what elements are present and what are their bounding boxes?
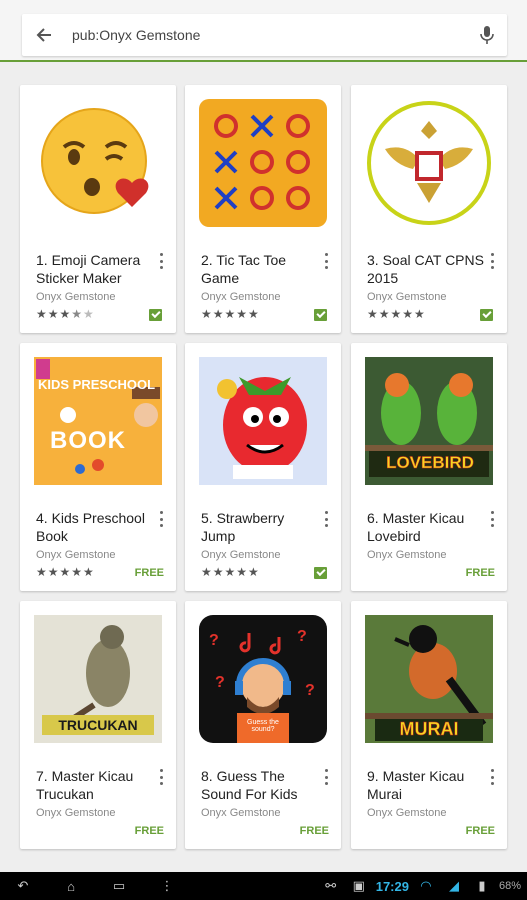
overflow-menu-icon[interactable] [321, 511, 331, 527]
star-rating: ★★★★★ [367, 307, 426, 321]
app-title[interactable]: 7. Master Kicau Trucukan [36, 767, 154, 803]
search-bar[interactable]: pub:Onyx Gemstone [22, 14, 507, 56]
star-rating: ★★★★★ [201, 307, 260, 321]
app-thumbnail-emoji [34, 99, 162, 227]
app-developer: Onyx Gemstone [201, 291, 281, 303]
app-card[interactable]: ???? Guess the sound? 8. Guess The Sound… [185, 601, 341, 849]
app-card[interactable]: MURAI 9. Master Kicau Murai Onyx Gemston… [351, 601, 507, 849]
installed-icon [314, 309, 327, 321]
app-thumbnail-trucukan: TRUCUKAN [34, 615, 162, 743]
header-divider [0, 60, 527, 62]
price-label: FREE [465, 825, 495, 837]
app-developer: Onyx Gemstone [201, 807, 281, 819]
app-title[interactable]: 3. Soal CAT CPNS 2015 [367, 251, 485, 287]
overflow-menu-icon[interactable] [156, 769, 166, 785]
overflow-menu-icon[interactable] [156, 511, 166, 527]
app-developer: Onyx Gemstone [36, 807, 116, 819]
overflow-menu-icon[interactable] [487, 253, 497, 269]
overflow-menu-icon[interactable] [487, 511, 497, 527]
app-thumbnail-strawberry [199, 357, 327, 485]
price-label: FREE [134, 825, 164, 837]
price-label: FREE [465, 567, 495, 579]
microphone-icon [480, 26, 494, 44]
signal-icon: ◢ [448, 878, 459, 893]
thumb-caption: TRUCUKAN [58, 717, 138, 733]
overflow-menu-icon[interactable] [321, 769, 331, 785]
overflow-menu-icon[interactable] [156, 253, 166, 269]
back-button[interactable] [22, 14, 66, 56]
wifi-icon: ◠ [420, 878, 432, 893]
battery-icon: ▮ [478, 878, 486, 893]
app-card[interactable]: 5. Strawberry Jump Onyx Gemstone ★★★★★ [185, 343, 341, 591]
app-thumbnail-kids-book: KIDS PRESCHOOL BOOK [34, 357, 162, 485]
app-title[interactable]: 1. Emoji Camera Sticker Maker [36, 251, 154, 287]
clock: 17:29 [375, 878, 409, 894]
voice-search-button[interactable] [467, 14, 507, 56]
thumb-caption: Guess the sound? [247, 719, 279, 733]
app-title[interactable]: 9. Master Kicau Murai [367, 767, 485, 803]
app-card[interactable]: LOVEBIRD 6. Master Kicau Lovebird Onyx G… [351, 343, 507, 591]
star-rating: ★★★★★ [201, 565, 260, 579]
app-developer: Onyx Gemstone [367, 549, 447, 561]
overflow-menu-icon[interactable] [321, 253, 331, 269]
nav-menu-icon[interactable]: ⋮ [156, 878, 178, 894]
overflow-menu-icon[interactable] [487, 769, 497, 785]
search-input[interactable]: pub:Onyx Gemstone [66, 27, 467, 43]
star-rating: ★★★★★ [36, 307, 95, 321]
star-rating: ★★★★★ [36, 565, 95, 579]
app-card[interactable]: KIDS PRESCHOOL BOOK 4. Kids Preschool Bo… [20, 343, 176, 591]
installed-icon [480, 309, 493, 321]
price-label: FREE [134, 567, 164, 579]
app-developer: Onyx Gemstone [36, 291, 116, 303]
svg-text:?: ? [305, 682, 315, 699]
arrow-left-icon [36, 28, 51, 42]
thumb-caption: KIDS PRESCHOOL [38, 377, 156, 392]
app-title[interactable]: 6. Master Kicau Lovebird [367, 509, 485, 545]
app-title[interactable]: 4. Kids Preschool Book [36, 509, 154, 545]
app-thumbnail-guess-sound: ???? Guess the sound? [199, 615, 327, 743]
app-thumbnail-lovebird: LOVEBIRD [365, 357, 493, 485]
app-card[interactable]: 3. Soal CAT CPNS 2015 Onyx Gemstone ★★★★… [351, 85, 507, 333]
app-thumbnail-garuda [365, 99, 493, 227]
app-developer: Onyx Gemstone [201, 549, 281, 561]
nav-back-icon[interactable]: ↶ [12, 878, 34, 894]
nav-recents-icon[interactable]: ▭ [108, 878, 130, 894]
system-bar: ↶ ⌂ ▭ ⋮ ⚯ ▣ 17:29 ◠ ◢ ▮ 68% [0, 872, 527, 900]
app-developer: Onyx Gemstone [36, 549, 116, 561]
thumb-caption: MURAI [399, 719, 459, 740]
thumb-caption: LOVEBIRD [386, 453, 474, 473]
svg-text:?: ? [215, 674, 225, 691]
svg-text:?: ? [297, 628, 307, 645]
app-developer: Onyx Gemstone [367, 291, 447, 303]
app-card[interactable]: TRUCUKAN 7. Master Kicau Trucukan Onyx G… [20, 601, 176, 849]
app-thumbnail-tictactoe [199, 99, 327, 227]
svg-text:?: ? [209, 632, 219, 649]
screenshot-icon: ▣ [352, 878, 365, 893]
installed-icon [149, 309, 162, 321]
app-developer: Onyx Gemstone [367, 807, 447, 819]
installed-icon [314, 567, 327, 579]
app-title[interactable]: 8. Guess The Sound For Kids [201, 767, 319, 803]
app-thumbnail-murai: MURAI [365, 615, 493, 743]
nav-home-icon[interactable]: ⌂ [60, 879, 82, 894]
app-card[interactable]: 1. Emoji Camera Sticker Maker Onyx Gemst… [20, 85, 176, 333]
usb-icon: ⚯ [325, 878, 337, 893]
app-title[interactable]: 2. Tic Tac Toe Game [201, 251, 319, 287]
battery-percent: 68% [498, 880, 521, 892]
thumb-caption-book: BOOK [50, 427, 126, 454]
app-title[interactable]: 5. Strawberry Jump [201, 509, 319, 545]
price-label: FREE [299, 825, 329, 837]
app-card[interactable]: 2. Tic Tac Toe Game Onyx Gemstone ★★★★★ [185, 85, 341, 333]
